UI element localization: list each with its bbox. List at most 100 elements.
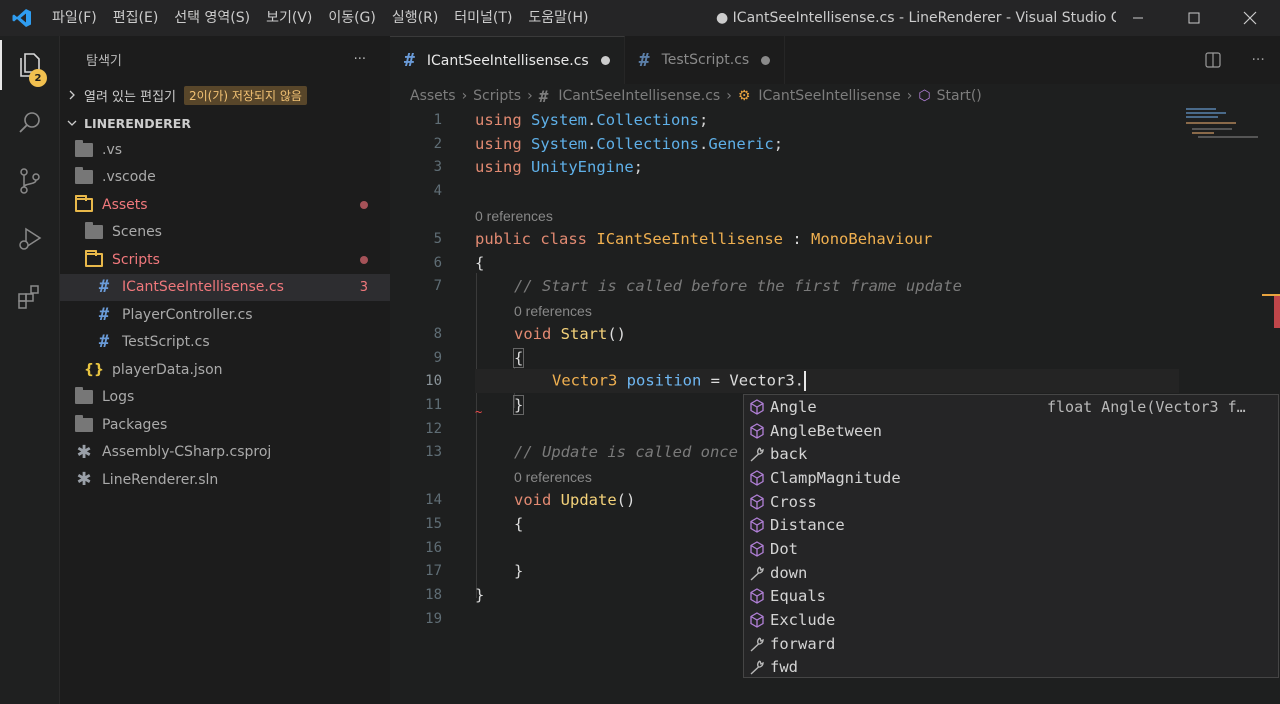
method-cube-icon [744, 399, 770, 415]
tree-item-icantseeintellisense[interactable]: # ICantSeeIntellisense.cs 3 [60, 273, 390, 301]
project-section[interactable]: LINERENDERER [60, 110, 390, 136]
tree-item-scripts[interactable]: Scripts [60, 246, 390, 274]
codelens-references[interactable]: 0 references [514, 469, 592, 489]
modified-dot [360, 201, 368, 209]
menu-selection[interactable]: 선택 영역(S) [166, 0, 258, 36]
suggest-item[interactable]: fwd [744, 656, 1278, 680]
explorer-button[interactable]: 2 [0, 36, 60, 94]
codelens-references[interactable]: 0 references [514, 303, 592, 323]
more-actions-button[interactable]: ··· [354, 52, 366, 67]
breadcrumb-method[interactable]: Start() [937, 88, 982, 104]
tree-item-assets[interactable]: Assets [60, 191, 390, 219]
run-debug-button[interactable] [0, 210, 60, 268]
line-number: 3 [433, 159, 442, 175]
menu-run[interactable]: 실행(R) [384, 0, 446, 36]
tree-item-label: TestScript.cs [122, 334, 210, 351]
minimize-button[interactable] [1110, 0, 1166, 36]
tree-item-playercontroller[interactable]: # PlayerController.cs [60, 301, 390, 329]
source-control-icon [20, 168, 40, 194]
csharp-file-icon: # [538, 86, 549, 106]
csharp-file-icon: # [404, 50, 415, 71]
split-editor-icon[interactable] [1205, 52, 1221, 68]
extensions-button[interactable] [0, 268, 60, 326]
suggest-item[interactable]: AngleBetween [744, 419, 1278, 443]
tree-item-playerdata[interactable]: {} playerData.json [60, 356, 390, 384]
method-cube-icon [744, 612, 770, 628]
suggest-item[interactable]: Angle float Angle(Vector3 f… [744, 395, 1278, 419]
suggest-label: down [770, 563, 808, 582]
suggest-item[interactable]: Dot [744, 537, 1278, 561]
tree-item-sln[interactable]: ✱ LineRenderer.sln [60, 466, 390, 494]
method-cube-icon [744, 493, 770, 510]
menu-view[interactable]: 보기(V) [258, 0, 320, 36]
source-control-button[interactable] [0, 152, 60, 210]
close-window-button[interactable] [1222, 0, 1278, 36]
suggest-item[interactable]: Equals [744, 585, 1278, 609]
suggest-item[interactable]: down [744, 561, 1278, 585]
code-line: 4 [390, 179, 1280, 203]
brace-token: { [514, 515, 524, 533]
scrollbar-cursor-marker [1262, 294, 1280, 296]
minimap[interactable] [1186, 108, 1266, 148]
folder-open-icon [85, 249, 103, 267]
menu-help[interactable]: 도움말(H) [520, 0, 596, 36]
line-number: 16 [425, 540, 442, 556]
tree-item-packages[interactable]: Packages [60, 411, 390, 439]
unsaved-badge: 2이(가) 저장되지 않음 [184, 85, 307, 105]
chevron-right-icon [60, 90, 84, 100]
tab-testscript[interactable]: # TestScript.cs [625, 36, 786, 84]
csharp-file-icon: # [98, 332, 110, 353]
keyword-token: class [540, 230, 588, 248]
more-actions-icon[interactable]: ··· [1251, 52, 1264, 68]
tab-icantseeintellisense[interactable]: # ICantSeeIntellisense.cs [390, 36, 625, 84]
breadcrumb-scripts[interactable]: Scripts [473, 88, 521, 104]
tab-label: ICantSeeIntellisense.cs [426, 52, 589, 69]
suggest-label: AngleBetween [770, 421, 882, 440]
menu-go[interactable]: 이동(G) [320, 0, 384, 36]
menu-edit[interactable]: 편집(E) [105, 0, 167, 36]
scrollbar-error-marker [1274, 294, 1280, 328]
breadcrumb-assets[interactable]: Assets [410, 88, 456, 104]
open-editors-section[interactable]: 열려 있는 편집기 2이(가) 저장되지 않음 [60, 82, 390, 108]
suggest-item[interactable]: back [744, 442, 1278, 466]
suggest-item[interactable]: Distance [744, 513, 1278, 537]
folder-icon [75, 414, 93, 432]
folder-icon [75, 387, 93, 405]
suggest-item[interactable]: Cross [744, 490, 1278, 514]
brace-token: { [512, 348, 525, 368]
suggest-item[interactable]: forward [744, 632, 1278, 656]
unsaved-dot-icon[interactable] [600, 56, 610, 65]
keyword-token: using [475, 111, 522, 129]
suggest-item[interactable]: ClampMagnitude [744, 466, 1278, 490]
comment-token: // Start is called before the first fram… [514, 277, 962, 295]
maximize-button[interactable] [1166, 0, 1222, 36]
tree-item-csproj[interactable]: ✱ Assembly-CSharp.csproj [60, 439, 390, 467]
brace-token: } [512, 395, 525, 415]
keyword-token: using [475, 158, 522, 176]
method-cube-icon [744, 422, 770, 439]
tree-item-logs[interactable]: Logs [60, 384, 390, 412]
breadcrumb-class[interactable]: ICantSeeIntellisense [758, 88, 900, 104]
namespace-token: Generic [708, 135, 774, 153]
tree-item-vs[interactable]: .vs [60, 136, 390, 164]
code-line: 3 using UnityEngine; [390, 155, 1280, 179]
menu-file[interactable]: 파일(F) [44, 0, 105, 36]
tree-item-testscript[interactable]: # TestScript.cs [60, 329, 390, 357]
folder-icon [85, 222, 103, 240]
breadcrumb-file[interactable]: ICantSeeIntellisense.cs [558, 88, 720, 104]
suggest-label: Cross [770, 492, 817, 511]
codelens-references[interactable]: 0 references [475, 208, 553, 228]
suggest-item[interactable]: Exclude [744, 608, 1278, 632]
breadcrumb: Assets › Scripts › # ICantSeeIntellisens… [390, 84, 1280, 108]
unsaved-dot-icon[interactable] [761, 55, 771, 65]
tree-item-scenes[interactable]: Scenes [60, 219, 390, 247]
base-class-token: MonoBehaviour [811, 230, 933, 248]
search-button[interactable] [0, 94, 60, 152]
tree-item-vscode[interactable]: .vscode [60, 164, 390, 192]
text-cursor [804, 371, 807, 391]
menu-terminal[interactable]: 터미널(T) [446, 0, 520, 36]
keyword-token: using [475, 135, 522, 153]
line-number: 11 [425, 397, 442, 413]
method-cube-icon [744, 541, 770, 557]
project-file-icon: ✱ [76, 469, 92, 491]
